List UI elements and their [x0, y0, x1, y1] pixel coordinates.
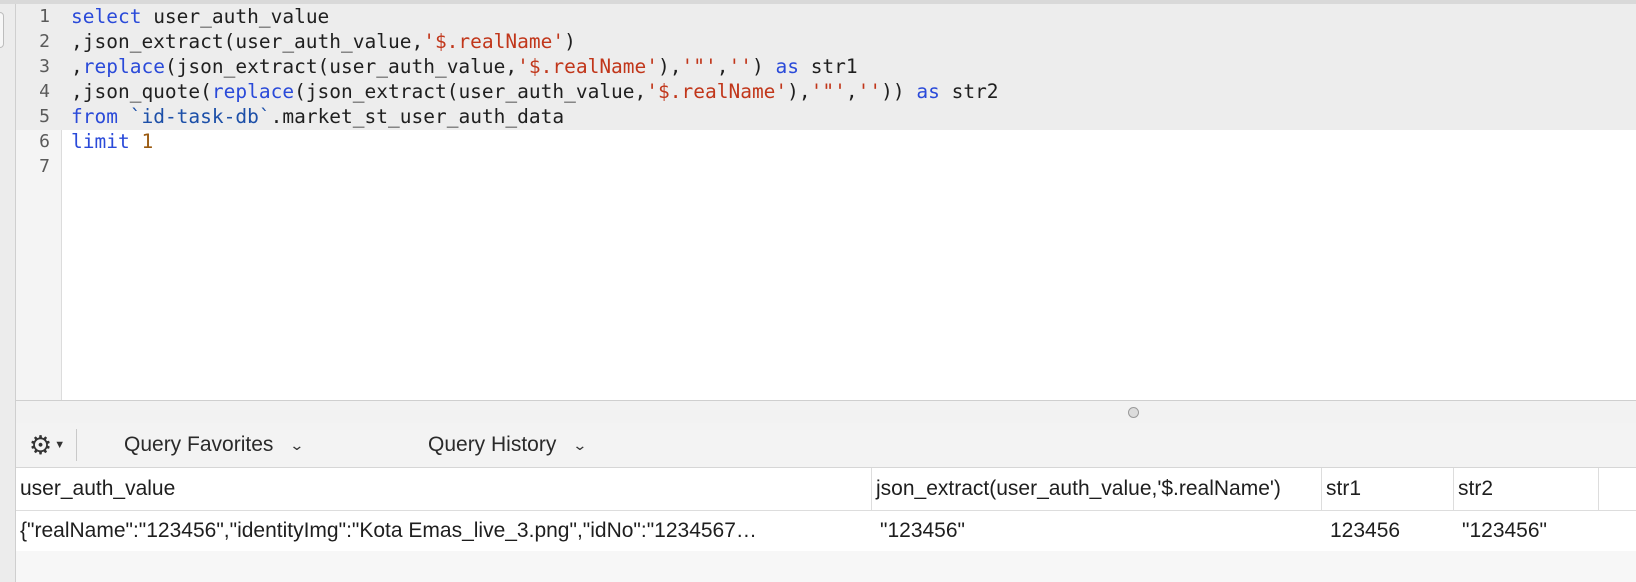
sql-token: ,json_extract(user_auth_value, [71, 30, 424, 53]
table-row[interactable]: {"realName":"123456","identityImg":"Kota… [16, 511, 1636, 551]
table-cell[interactable]: 123456 [1322, 511, 1454, 551]
sql-token: , [716, 55, 729, 78]
code-text: ,json_quote(replace(json_extract(user_au… [71, 79, 999, 105]
query-toolbar: ⚙ ▼ Query Favorites ⌄ Query History ⌄ [16, 423, 1636, 468]
sql-string: '' [728, 55, 752, 78]
results-header-row: user_auth_value json_extract(user_auth_v… [16, 468, 1636, 511]
code-line[interactable]: 4 ,json_quote(replace(json_extract(user_a… [16, 79, 1636, 105]
code-line[interactable]: 1 select user_auth_value [16, 4, 1636, 30]
code-text: ,replace(json_extract(user_auth_value,'$… [71, 54, 858, 80]
sql-keyword: as [775, 55, 799, 78]
code-line[interactable]: 5 from `id-task-db`.market_st_user_auth_d… [16, 104, 1636, 130]
table-cell[interactable]: "123456" [872, 511, 1322, 551]
query-favorites-dropdown[interactable]: Query Favorites ⌄ [124, 427, 305, 463]
query-history-label: Query History [428, 433, 557, 456]
sql-token: .market_st_user_auth_data [270, 105, 565, 128]
sql-token: str1 [798, 55, 858, 78]
results-grid[interactable]: user_auth_value json_extract(user_auth_v… [16, 468, 1636, 582]
code-line[interactable]: 3 ,replace(json_extract(user_auth_value,'… [16, 54, 1636, 80]
chevron-down-icon: ⌄ [572, 436, 588, 453]
column-header[interactable]: str1 [1322, 468, 1454, 510]
sql-editor[interactable]: 1 select user_auth_value 2 ,json_extract(us… [16, 4, 1636, 400]
sql-keyword: from [71, 105, 118, 128]
sql-keyword: replace [211, 80, 295, 103]
code-text: limit 1 [71, 129, 153, 155]
sql-token: , [845, 80, 858, 103]
sql-string: '$.realName' [423, 30, 565, 53]
code-text: select user_auth_value [71, 4, 329, 30]
sql-string: '$.realName' [517, 55, 659, 78]
sql-keyword: select [71, 5, 142, 28]
gear-menu-button[interactable]: ⚙ ▼ [22, 427, 72, 463]
sql-token: ) [751, 55, 776, 78]
sql-token: (json_extract(user_auth_value, [294, 80, 647, 103]
column-header[interactable]: json_extract(user_auth_value,'$.realName… [872, 468, 1322, 510]
panel-resize-notch[interactable] [0, 12, 4, 48]
chevron-down-icon: ⌄ [289, 436, 305, 453]
sql-token: ), [787, 80, 811, 103]
sql-string: '"' [681, 55, 717, 78]
sql-keyword: limit [71, 130, 130, 153]
code-line[interactable]: 7 [16, 154, 1636, 180]
sql-token: ), [658, 55, 682, 78]
line-number: 2 [39, 31, 50, 52]
toolbar-divider [76, 429, 77, 461]
sql-token: (json_extract(user_auth_value, [164, 55, 518, 78]
line-number: 7 [39, 156, 50, 177]
left-panel-edge [0, 4, 16, 582]
sql-token: ) [564, 30, 576, 53]
code-line[interactable]: 6 limit 1 [16, 129, 1636, 155]
gear-icon: ⚙ [28, 430, 53, 460]
sql-number: 1 [141, 130, 154, 153]
table-cell[interactable]: {"realName":"123456","identityImg":"Kota… [16, 511, 872, 551]
sql-token: )) [881, 80, 917, 103]
line-number: 6 [39, 131, 50, 152]
table-cell[interactable]: "123456" [1454, 511, 1599, 551]
code-text: ,json_extract(user_auth_value,'$.realNam… [71, 29, 576, 55]
caret-down-icon: ▼ [54, 439, 66, 451]
sql-token: , [71, 55, 83, 78]
sql-token: user_auth_value [141, 5, 330, 28]
code-line[interactable]: 2 ,json_extract(user_auth_value,'$.realNa… [16, 29, 1636, 55]
sql-keyword: replace [82, 55, 165, 78]
column-header[interactable]: user_auth_value [16, 468, 872, 510]
line-number: 5 [39, 106, 50, 127]
sql-keyword: as [916, 80, 940, 103]
code-text: from `id-task-db`.market_st_user_auth_da… [71, 104, 564, 130]
query-favorites-label: Query Favorites [124, 433, 274, 456]
sql-token: str2 [939, 80, 999, 103]
splitter-handle[interactable] [1128, 407, 1139, 418]
sql-identifier: `id-task-db` [129, 105, 271, 128]
line-number: 4 [39, 81, 50, 102]
pane-splitter[interactable] [16, 400, 1636, 424]
column-header[interactable]: str2 [1454, 468, 1599, 510]
line-number: 3 [39, 56, 50, 77]
line-number: 1 [39, 6, 50, 27]
sql-string: '' [857, 80, 882, 103]
query-history-dropdown[interactable]: Query History ⌄ [428, 427, 588, 463]
sql-token: ,json_quote( [71, 80, 212, 103]
sql-string: '"' [810, 80, 846, 103]
sql-string: '$.realName' [646, 80, 788, 103]
